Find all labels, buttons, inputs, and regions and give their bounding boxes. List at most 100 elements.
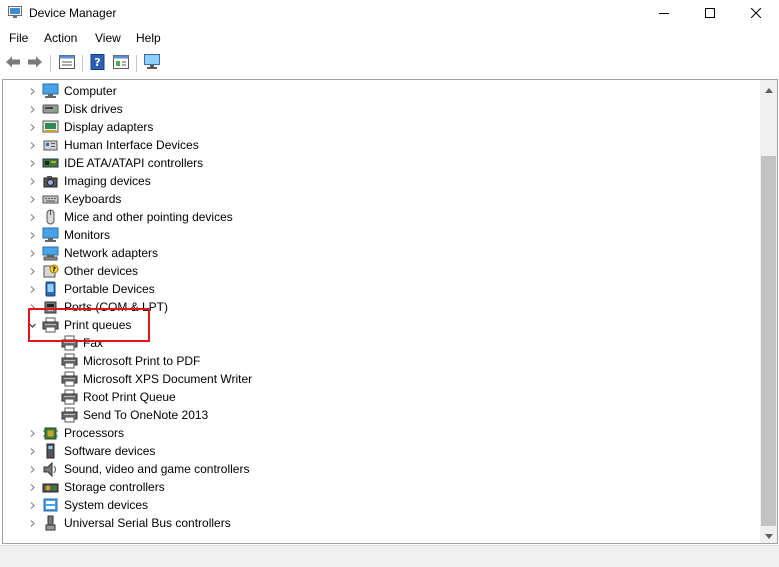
tree-category-item[interactable]: Imaging devices [3,172,761,190]
tree-category-item[interactable]: Computer [3,82,761,100]
chevron-right-icon[interactable] [28,424,37,442]
tree-item-label: Display adapters [64,120,154,134]
chevron-right-icon[interactable] [28,280,37,298]
tree-category-item[interactable]: Print queues [3,316,761,334]
chevron-right-icon[interactable] [28,244,37,262]
tree-category-item[interactable]: Network adapters [3,244,761,262]
show-hide-console-icon [113,54,129,72]
chevron-right-icon[interactable] [28,82,37,100]
menu-view[interactable]: View [95,31,121,45]
chevron-right-icon[interactable] [28,298,37,316]
menu-file[interactable]: File [9,31,28,45]
chevron-right-icon[interactable] [28,100,37,118]
window-title: Device Manager [29,6,117,20]
chevron-right-icon[interactable] [28,208,37,226]
processor-icon [42,425,59,441]
forward-button[interactable] [25,54,45,72]
tree-category-item[interactable]: Storage controllers [3,478,761,496]
tree-category-item[interactable]: Processors [3,424,761,442]
tree-category-item[interactable]: Display adapters [3,118,761,136]
tree-category-item[interactable]: Sound, video and game controllers [3,460,761,478]
scroll-down-button[interactable] [760,526,777,543]
device-tree[interactable]: Computer Disk drives Display adapters Human… [2,79,778,544]
toolbar-separator [136,55,137,72]
status-bar [0,545,779,567]
monitor-icon [42,227,59,243]
chevron-right-icon[interactable] [28,460,37,478]
tree-item-label: Mice and other pointing devices [64,210,233,224]
chevron-right-icon[interactable] [28,154,37,172]
tree-item-label: Universal Serial Bus controllers [64,516,231,530]
chevron-right-icon[interactable] [28,118,37,136]
tree-category-item[interactable]: Human Interface Devices [3,136,761,154]
chevron-right-icon[interactable] [28,514,37,532]
tree-child-item[interactable]: Microsoft XPS Document Writer [3,370,761,388]
chevron-right-icon[interactable] [28,262,37,280]
tree-category-item[interactable]: ? Other devices [3,262,761,280]
tree-category-item[interactable]: Universal Serial Bus controllers [3,514,761,532]
tree-item-label: Imaging devices [64,174,151,188]
scrollbar-thumb[interactable] [761,156,776,526]
chevron-right-icon[interactable] [28,136,37,154]
close-button[interactable] [733,0,779,27]
tree-category-item[interactable]: Portable Devices [3,280,761,298]
tree-item-label: Software devices [64,444,156,458]
tree-category-item[interactable]: Disk drives [3,100,761,118]
maximize-button[interactable] [687,0,733,27]
tree-item-label: Keyboards [64,192,122,206]
menu-action[interactable]: Action [44,31,77,45]
toolbar-separator [82,55,83,72]
other-device-icon: ? [42,263,59,279]
device-manager-app-icon [8,6,22,19]
tree-item-label: Disk drives [64,102,123,116]
minimize-button[interactable] [641,0,687,27]
mouse-icon [42,209,59,225]
tree-child-item[interactable]: Microsoft Print to PDF [3,352,761,370]
tree-child-item[interactable]: Fax [3,334,761,352]
help-button[interactable]: ? [88,53,108,73]
tree-child-item[interactable]: Send To OneNote 2013 [3,406,761,424]
tree-category-item[interactable]: Mice and other pointing devices [3,208,761,226]
camera-icon [42,173,59,189]
tree-category-item[interactable]: Keyboards [3,190,761,208]
help-icon: ? [90,53,106,73]
chevron-right-icon[interactable] [28,496,37,514]
monitor-icon [143,53,161,73]
storage-controller-icon [42,479,59,495]
tree-category-item[interactable]: Monitors [3,226,761,244]
network-adapter-icon [42,245,59,261]
speaker-icon [42,461,59,477]
chevron-right-icon[interactable] [28,190,37,208]
tree-item-label: Ports (COM & LPT) [64,300,169,314]
maximize-icon [705,7,715,21]
tree-category-item[interactable]: System devices [3,496,761,514]
tree-category-item[interactable]: Software devices [3,442,761,460]
tree-category-item[interactable]: IDE ATA/ATAPI controllers [3,154,761,172]
tree-item-label: Fax [83,336,104,350]
toolbar: ? [0,50,779,77]
scan-hardware-button[interactable] [142,53,162,73]
tree-child-item[interactable]: Root Print Queue [3,388,761,406]
tree-category-item[interactable]: Ports (COM & LPT) [3,298,761,316]
menu-bar: File Action View Help [0,29,779,48]
chevron-expanded-icon[interactable] [28,316,37,334]
show-hide-console-button[interactable] [111,54,131,72]
chevron-right-icon[interactable] [28,478,37,496]
properties-button[interactable] [57,54,77,72]
chevron-right-icon[interactable] [28,442,37,460]
menu-help[interactable]: Help [136,31,161,45]
tree-item-label: Network adapters [64,246,159,260]
hid-icon [42,137,59,153]
scroll-down-arrow-icon [764,528,773,542]
keyboard-icon [42,191,59,207]
chevron-right-icon[interactable] [28,172,37,190]
ide-controller-icon [42,155,59,171]
back-button[interactable] [3,54,23,72]
vertical-scrollbar[interactable] [760,80,777,543]
svg-text:?: ? [52,266,56,274]
chevron-right-icon[interactable] [28,226,37,244]
scroll-up-button[interactable] [760,80,777,97]
tree-item-label: IDE ATA/ATAPI controllers [64,156,204,170]
tree-item-label: Print queues [64,318,132,332]
usb-icon [42,515,59,531]
